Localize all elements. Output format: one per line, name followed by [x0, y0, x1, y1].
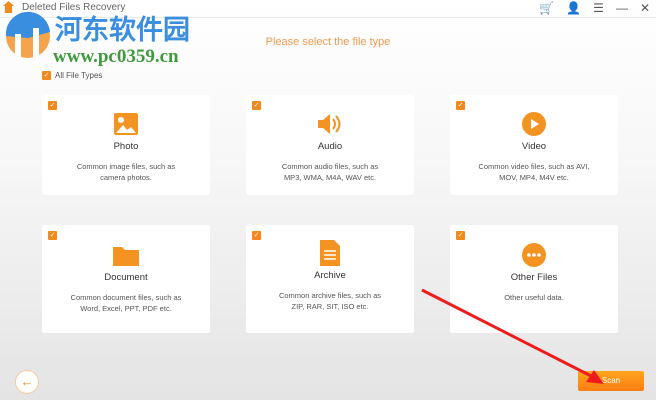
all-file-types-checkbox[interactable]: ✓ All File Types — [42, 71, 102, 80]
card-description: Common video files, such as AVI, MOV, MP… — [478, 162, 590, 182]
card-description: Common archive files, such as ZIP, RAR, … — [278, 291, 382, 311]
card-description: Common document files, such as Word, Exc… — [70, 293, 182, 313]
close-icon[interactable]: ✕ — [640, 1, 650, 15]
photo-icon — [113, 111, 139, 137]
folder-icon — [113, 242, 139, 268]
card-document[interactable]: ✓ Document Common document files, such a… — [42, 225, 210, 333]
cart-icon[interactable]: 🛒 — [539, 1, 554, 15]
minimize-icon[interactable]: — — [616, 1, 628, 15]
more-icon — [521, 242, 547, 268]
scan-button[interactable]: Scan — [578, 371, 644, 391]
card-description: Other useful data. — [504, 293, 564, 302]
user-icon[interactable]: 👤 — [566, 1, 581, 15]
card-audio[interactable]: ✓ Audio Common audio files, such as MP3,… — [246, 95, 414, 195]
card-other-files[interactable]: ✓ Other Files Other useful data. — [450, 225, 618, 333]
all-file-types-label: All File Types — [55, 71, 103, 80]
watermark-url: www.pc0359.cn — [53, 46, 179, 67]
card-title: Archive — [314, 270, 346, 281]
checkbox-checked-icon[interactable]: ✓ — [456, 101, 465, 110]
checkbox-checked-icon[interactable]: ✓ — [252, 231, 261, 240]
archive-icon — [317, 240, 343, 266]
menu-icon[interactable]: ☰ — [593, 1, 604, 15]
card-archive[interactable]: ✓ Archive Common archive files, such as … — [246, 225, 414, 333]
card-description: Common audio files, such as MP3, WMA, M4… — [281, 162, 379, 182]
card-video[interactable]: ✓ Video Common video files, such as AVI,… — [450, 95, 618, 195]
page-heading: Please select the file type — [265, 36, 391, 48]
card-title: Other Files — [510, 272, 558, 283]
back-button[interactable]: ← — [15, 370, 39, 394]
card-description: Common image files, such as camera photo… — [76, 162, 176, 182]
checkbox-checked-icon[interactable]: ✓ — [48, 101, 57, 110]
card-title: Photo — [113, 141, 139, 152]
card-title: Video — [521, 141, 547, 152]
checkbox-checked-icon[interactable]: ✓ — [42, 71, 51, 80]
checkbox-checked-icon[interactable]: ✓ — [252, 101, 261, 110]
checkbox-checked-icon[interactable]: ✓ — [48, 231, 57, 240]
audio-icon — [317, 111, 343, 137]
arrow-left-icon: ← — [20, 374, 34, 389]
checkbox-checked-icon[interactable]: ✓ — [456, 231, 465, 240]
card-photo[interactable]: ✓ Photo Common image files, such as came… — [42, 95, 210, 195]
card-title: Document — [104, 272, 148, 283]
card-title: Audio — [317, 141, 343, 152]
video-icon — [521, 111, 547, 137]
